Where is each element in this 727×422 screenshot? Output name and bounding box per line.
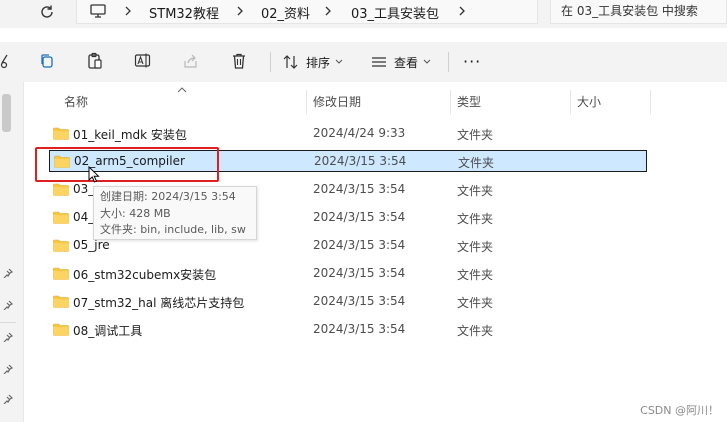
file-name: 07_stm32_hal 离线芯片支持包 — [73, 296, 245, 310]
file-name: 06_stm32cubemx安装包 — [73, 268, 217, 282]
file-modified: 2024/4/24 9:33 — [313, 126, 406, 140]
chevron-down-icon — [423, 59, 431, 64]
chevron-right-icon[interactable] — [323, 4, 333, 18]
tooltip-contents: 文件夹: bin, include, lib, sw — [100, 223, 246, 236]
file-modified: 2024/3/15 3:54 — [314, 154, 407, 168]
folder-icon — [53, 127, 69, 140]
sort-label: 排序 — [306, 55, 331, 70]
refresh-icon[interactable] — [38, 3, 56, 21]
view-label: 查看 — [394, 55, 419, 70]
rename-icon[interactable] — [134, 52, 152, 70]
navigation-divider — [0, 322, 16, 323]
tooltip-size: 大小: 428 MB — [100, 206, 171, 220]
file-type: 文件夹 — [458, 156, 495, 170]
folder-icon — [53, 295, 69, 308]
command-bar: 排序 查看 ··· — [0, 42, 727, 82]
sort-ascending-icon — [177, 87, 187, 93]
breadcrumb-stm32[interactable]: STM32教程 — [149, 3, 219, 22]
column-divider[interactable] — [306, 90, 307, 114]
paste-icon[interactable] — [86, 52, 104, 70]
file-name: 03_ — [73, 182, 95, 196]
column-type[interactable]: 类型 — [457, 90, 481, 114]
chevron-right-icon[interactable] — [235, 4, 245, 18]
file-row[interactable]: 06_stm32cubemx安装包 2024/3/15 3:54 文件夹 — [49, 263, 647, 285]
navigation-pane[interactable] — [0, 82, 24, 422]
sort-button[interactable]: 排序 — [282, 53, 349, 71]
navigation-scrollbar[interactable] — [2, 94, 11, 132]
toolbar-separator — [270, 52, 271, 72]
search-box[interactable] — [550, 0, 727, 24]
column-size[interactable]: 大小 — [577, 90, 601, 114]
more-options-button[interactable]: ··· — [463, 52, 481, 71]
folder-tooltip: 创建日期: 2024/3/15 3:54 大小: 428 MB 文件夹: bin… — [93, 186, 257, 240]
delete-icon[interactable] — [230, 52, 248, 70]
file-type: 文件夹 — [457, 268, 494, 282]
address-bar-row: STM32教程 02_资料 03_工具安装包 — [0, 0, 727, 28]
file-row[interactable]: 08_调试工具 2024/3/15 3:54 文件夹 — [49, 319, 647, 341]
file-name: 05_jre — [73, 238, 110, 252]
folder-icon — [53, 211, 69, 224]
watermark: CSDN @阿川！ — [640, 404, 719, 417]
chevron-down-icon — [335, 59, 343, 64]
folder-icon — [53, 323, 69, 336]
folder-icon — [53, 239, 69, 252]
file-name: 01_keil_mdk 安装包 — [73, 128, 187, 142]
pin-icon[interactable] — [3, 300, 13, 310]
file-modified: 2024/3/15 3:54 — [313, 266, 406, 280]
file-modified: 2024/3/15 3:54 — [313, 238, 406, 252]
file-type: 文件夹 — [457, 296, 494, 310]
folder-icon — [53, 183, 69, 196]
folder-icon — [53, 267, 69, 280]
highlight-annotation — [35, 147, 219, 182]
sort-icon — [283, 55, 298, 69]
address-box[interactable]: STM32教程 02_资料 03_工具安装包 — [76, 0, 538, 24]
pin-icon[interactable] — [3, 394, 13, 404]
breadcrumb-tools[interactable]: 03_工具安装包 — [351, 3, 439, 22]
pin-icon[interactable] — [3, 364, 13, 374]
search-input[interactable] — [561, 2, 726, 20]
file-row[interactable]: 07_stm32_hal 离线芯片支持包 2024/3/15 3:54 文件夹 — [49, 291, 647, 313]
file-type: 文件夹 — [457, 324, 494, 338]
column-modified[interactable]: 修改日期 — [313, 90, 361, 114]
cut-icon[interactable] — [0, 52, 10, 70]
file-name: 08_调试工具 — [73, 324, 143, 338]
file-modified: 2024/3/15 3:54 — [313, 322, 406, 336]
column-divider[interactable] — [450, 90, 451, 114]
view-button[interactable]: 查看 — [370, 53, 437, 71]
pin-icon[interactable] — [3, 268, 13, 278]
tooltip-created: 创建日期: 2024/3/15 3:54 — [100, 190, 236, 203]
file-type: 文件夹 — [457, 240, 494, 254]
copy-icon[interactable] — [38, 52, 56, 70]
column-header-row: 名称 修改日期 类型 大小 — [34, 87, 727, 114]
toolbar-separator — [448, 52, 449, 72]
file-row[interactable]: 01_keil_mdk 安装包 2024/4/24 9:33 文件夹 — [49, 123, 647, 145]
column-name[interactable]: 名称 — [64, 90, 88, 114]
chevron-right-icon[interactable] — [123, 4, 133, 18]
file-name: 04_ — [73, 210, 95, 224]
computer-icon — [90, 4, 106, 18]
pin-icon[interactable] — [3, 332, 13, 342]
file-type: 文件夹 — [457, 184, 494, 198]
column-divider[interactable] — [570, 90, 571, 114]
share-icon[interactable] — [182, 52, 200, 70]
column-divider[interactable] — [650, 90, 651, 114]
file-modified: 2024/3/15 3:54 — [313, 210, 406, 224]
file-modified: 2024/3/15 3:54 — [313, 182, 406, 196]
file-type: 文件夹 — [457, 212, 494, 226]
view-icon — [372, 57, 386, 67]
mouse-cursor-icon — [88, 166, 100, 183]
breadcrumb-materials[interactable]: 02_资料 — [261, 3, 310, 22]
chevron-right-icon[interactable] — [457, 4, 467, 18]
file-modified: 2024/3/15 3:54 — [313, 294, 406, 308]
file-type: 文件夹 — [457, 128, 494, 142]
